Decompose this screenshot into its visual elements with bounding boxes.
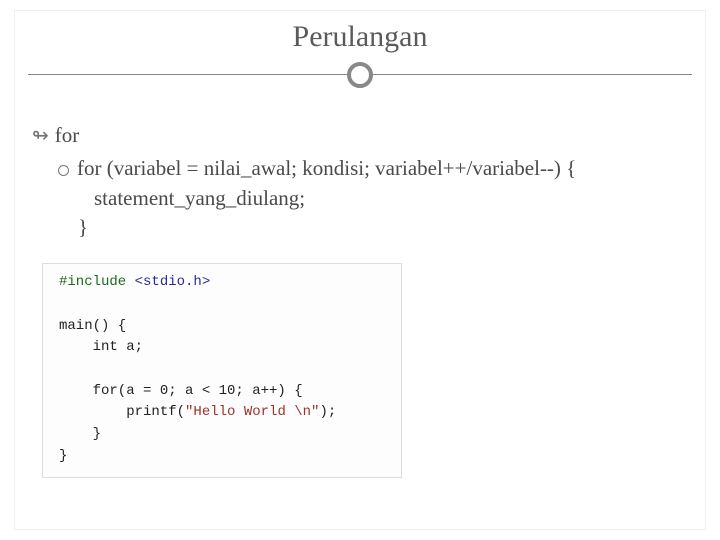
code-l6: for(a = 0; a < 10; a++) { (59, 383, 303, 399)
code-l4: int a; (59, 339, 143, 355)
code-l9: } (59, 448, 67, 464)
bullet2-text: for (variabel = nilai_awal; kondisi; var… (77, 155, 576, 182)
bullet2-line3: } (78, 214, 692, 241)
code-l8: } (59, 426, 101, 442)
swirl-bullet-icon: ↬ (32, 123, 49, 149)
bullet-level2: for (variabel = nilai_awal; kondisi; var… (58, 155, 692, 182)
code-l1-header: <stdio.h> (135, 274, 211, 290)
content-area: ↬ for for (variabel = nilai_awal; kondis… (28, 90, 692, 478)
code-l7-string: "Hello World \n" (185, 404, 319, 420)
slide: Perulangan ↬ for for (variabel = nilai_a… (0, 0, 720, 540)
code-snippet: #include <stdio.h> main() { int a; for(a… (42, 263, 402, 478)
bullet-level1: ↬ for (32, 122, 692, 149)
code-l1-directive: #include (59, 274, 135, 290)
code-l3: main() { (59, 318, 126, 334)
circle-bullet-icon (58, 165, 69, 176)
code-l7a: printf( (59, 404, 185, 420)
slide-title: Perulangan (28, 18, 692, 54)
title-bar: Perulangan (28, 18, 692, 90)
bullet2-line2: statement_yang_diulang; (94, 185, 692, 212)
title-divider-circle-icon (347, 62, 373, 88)
code-l7c: ); (319, 404, 336, 420)
bullet1-text: for (55, 122, 80, 149)
